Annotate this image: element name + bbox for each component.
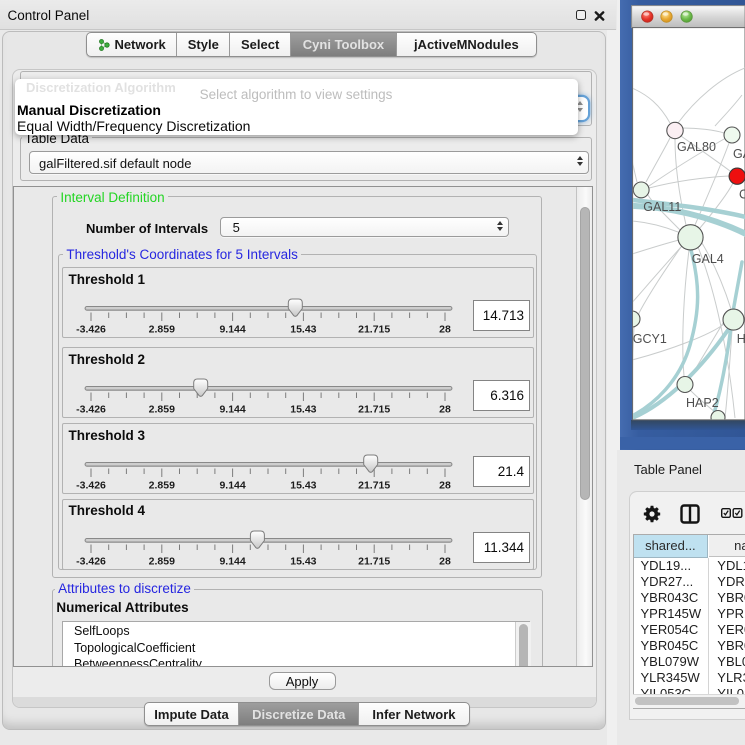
svg-text:28: 28	[439, 324, 451, 336]
svg-text:2.859: 2.859	[149, 555, 175, 567]
svg-text:28: 28	[439, 404, 451, 416]
svg-text:-3.426: -3.426	[76, 480, 106, 492]
svg-text:21.715: 21.715	[358, 404, 390, 416]
svg-text:28: 28	[439, 555, 451, 567]
svg-text:2.859: 2.859	[149, 480, 175, 492]
svg-text:2.859: 2.859	[149, 324, 175, 336]
svg-text:9.144: 9.144	[219, 480, 245, 492]
svg-text:H: H	[737, 332, 745, 346]
svg-text:9.144: 9.144	[219, 555, 245, 567]
svg-text:GAL4: GAL4	[692, 252, 724, 266]
svg-text:GCY1: GCY1	[633, 332, 667, 346]
svg-text:GA: GA	[733, 147, 745, 161]
svg-text:CD: CD	[739, 188, 745, 202]
svg-text:28: 28	[439, 480, 451, 492]
svg-text:9.144: 9.144	[219, 324, 245, 336]
svg-text:-3.426: -3.426	[76, 555, 106, 567]
svg-text:HAP2: HAP2	[686, 396, 719, 410]
svg-text:2.859: 2.859	[149, 404, 175, 416]
svg-text:-3.426: -3.426	[76, 324, 106, 336]
svg-text:21.715: 21.715	[358, 555, 390, 567]
svg-text:GAL11: GAL11	[643, 200, 681, 214]
svg-text:15.43: 15.43	[290, 324, 316, 336]
svg-text:-3.426: -3.426	[76, 404, 106, 416]
svg-text:9.144: 9.144	[219, 404, 245, 416]
svg-text:21.715: 21.715	[358, 324, 390, 336]
svg-text:15.43: 15.43	[290, 555, 316, 567]
svg-text:15.43: 15.43	[290, 404, 316, 416]
svg-text:GAL80: GAL80	[677, 140, 716, 154]
svg-text:21.715: 21.715	[358, 480, 390, 492]
svg-text:15.43: 15.43	[290, 480, 316, 492]
